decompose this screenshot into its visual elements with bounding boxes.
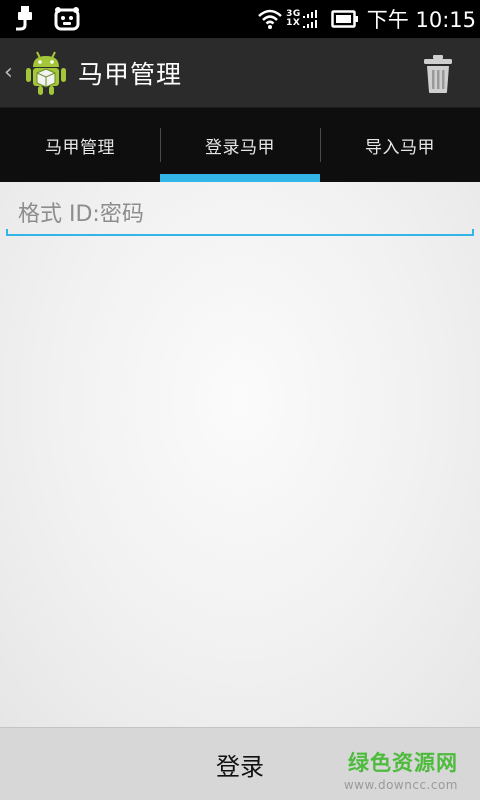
status-time: 下午 10:15 [366, 8, 476, 32]
status-bar-system: 3G 1X 下午 10:15 [250, 4, 476, 34]
content-area [0, 182, 480, 727]
android-robot-icon[interactable] [22, 49, 70, 97]
action-bar: ‹ 马甲管理 [0, 38, 480, 108]
account-input[interactable] [6, 194, 474, 234]
tab-login[interactable]: 登录马甲 [160, 108, 320, 182]
battery-icon [331, 10, 359, 28]
tab-import[interactable]: 导入马甲 [320, 108, 480, 182]
tab-bar: 马甲管理 登录马甲 导入马甲 [0, 108, 480, 182]
watermark-main: 绿色资源网 [348, 751, 458, 775]
watermark-url: www.downcc.com [343, 778, 458, 792]
status-bar-notifications [14, 6, 98, 32]
login-button[interactable]: 登录 [176, 737, 304, 792]
account-input-wrapper [6, 194, 474, 236]
page-title: 马甲管理 [78, 59, 183, 89]
wifi-icon [258, 9, 282, 29]
notification-app-icon [54, 7, 80, 31]
trash-icon[interactable] [422, 54, 454, 94]
bottom-button-bar: 登录 绿色资源网 www.downcc.com [0, 727, 480, 800]
tab-manage[interactable]: 马甲管理 [0, 108, 160, 182]
signal-icon [302, 9, 317, 29]
usb-icon [14, 6, 36, 32]
network-1x-label: 1X [286, 18, 301, 28]
status-bar: 3G 1X 下午 10:15 [0, 0, 480, 38]
watermark: 绿色资源网 www.downcc.com [344, 747, 458, 792]
input-underline [6, 229, 474, 236]
up-navigation-caret[interactable]: ‹ [4, 60, 20, 85]
network-type-labels: 3G 1X [286, 10, 301, 28]
